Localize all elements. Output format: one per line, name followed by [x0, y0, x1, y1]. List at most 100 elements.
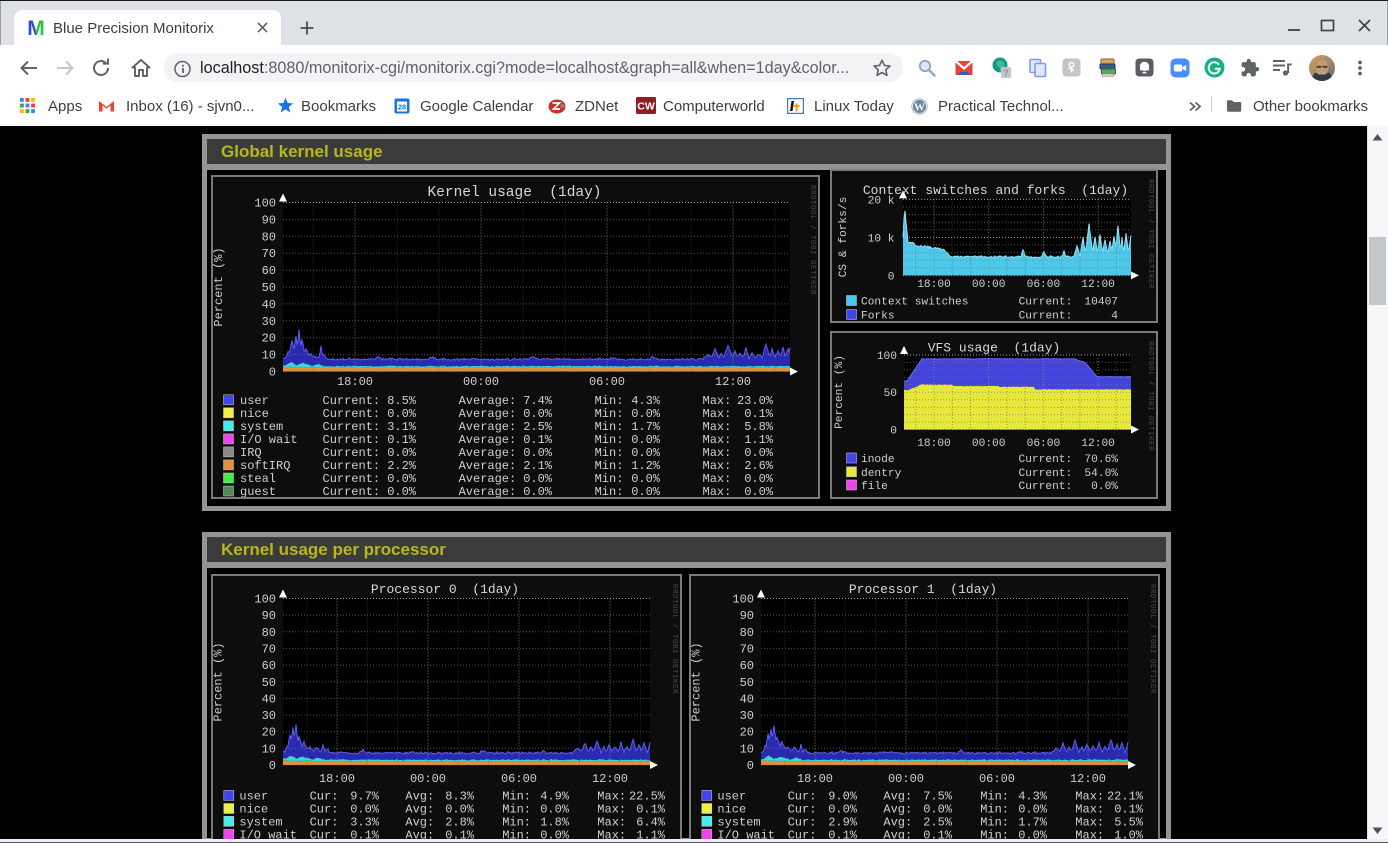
svg-text:2.1%: 2.1%	[523, 459, 553, 473]
svg-text:18:00: 18:00	[917, 279, 951, 291]
svg-text:90: 90	[262, 213, 276, 227]
svg-text:00:00: 00:00	[888, 772, 924, 786]
svg-text:1.2%: 1.2%	[631, 459, 661, 473]
svg-text:Current:: Current:	[323, 459, 381, 473]
svg-text:Min:: Min:	[595, 420, 624, 434]
svg-text:18:00: 18:00	[797, 772, 833, 786]
svg-text:0: 0	[890, 426, 897, 438]
svg-text:I/O wait: I/O wait	[239, 828, 297, 839]
svg-text:0.0%: 0.0%	[631, 446, 661, 460]
svg-text:Current:: Current:	[1019, 454, 1073, 466]
svg-text:0.0%: 0.0%	[1091, 481, 1118, 493]
svg-text:Current:: Current:	[323, 433, 381, 447]
svg-text:06:00: 06:00	[1027, 438, 1061, 450]
svg-text:100: 100	[877, 351, 897, 363]
svg-text:2.8%: 2.8%	[445, 815, 475, 829]
svg-text:30: 30	[262, 709, 276, 723]
svg-text:12:00: 12:00	[1081, 438, 1115, 450]
svg-text:RRDTOOL / TOBI OETIKER: RRDTOOL / TOBI OETIKER	[808, 185, 816, 295]
svg-text:Average:: Average:	[459, 446, 517, 460]
svg-text:Max:: Max:	[703, 459, 732, 473]
svg-text:10: 10	[262, 349, 276, 363]
svg-text:Max:: Max:	[597, 789, 626, 803]
svg-text:8.3%: 8.3%	[445, 789, 475, 803]
svg-text:2.9%: 2.9%	[828, 815, 858, 829]
svg-text:Min:: Min:	[595, 446, 624, 460]
svg-text:Min:: Min:	[595, 459, 624, 473]
svg-text:50: 50	[740, 676, 754, 690]
svg-text:CS & forks/s: CS & forks/s	[838, 197, 850, 278]
svg-text:0.1%: 0.1%	[387, 433, 417, 447]
svg-text:Cur:: Cur:	[310, 828, 339, 839]
svg-text:user: user	[240, 394, 269, 408]
svg-text:20: 20	[262, 726, 276, 740]
svg-text:0: 0	[269, 366, 276, 380]
svg-text:user: user	[717, 789, 746, 803]
svg-text:60: 60	[740, 659, 754, 673]
svg-text:0.1%: 0.1%	[445, 828, 475, 839]
svg-text:Processor 0 (1day): Processor 0 (1day)	[371, 582, 519, 597]
svg-text:nice: nice	[240, 407, 269, 421]
svg-text:Min:: Min:	[980, 789, 1009, 803]
svg-text:Average:: Average:	[459, 394, 517, 408]
svg-text:100: 100	[732, 593, 754, 607]
svg-text:Percent (%): Percent (%)	[213, 642, 226, 721]
svg-text:Average:: Average:	[459, 485, 517, 499]
svg-text:Max:: Max:	[703, 394, 732, 408]
svg-text:softIRQ: softIRQ	[240, 459, 290, 473]
svg-text:IRQ: IRQ	[240, 446, 262, 460]
svg-text:50: 50	[262, 676, 276, 690]
svg-text:0.0%: 0.0%	[523, 485, 553, 499]
svg-text:22.5%: 22.5%	[629, 789, 666, 803]
svg-text:10407: 10407	[1084, 297, 1118, 309]
svg-text:RRDTOOL / TOBI OETIKER: RRDTOOL / TOBI OETIKER	[670, 584, 678, 694]
svg-text:0.0%: 0.0%	[523, 407, 553, 421]
svg-text:06:00: 06:00	[1027, 279, 1061, 291]
svg-text:22.1%: 22.1%	[1107, 789, 1144, 803]
svg-text:Current:: Current:	[323, 407, 381, 421]
svg-text:8.5%: 8.5%	[387, 394, 417, 408]
svg-text:0.0%: 0.0%	[540, 828, 570, 839]
svg-text:Current:: Current:	[1019, 311, 1073, 323]
svg-text:0.1%: 0.1%	[523, 433, 553, 447]
svg-text:0.0%: 0.0%	[523, 446, 553, 460]
svg-text:Min:: Min:	[980, 815, 1009, 829]
svg-text:Avg:: Avg:	[883, 789, 912, 803]
svg-text:20 k: 20 k	[868, 195, 895, 207]
svg-text:Max:: Max:	[597, 815, 626, 829]
svg-text:1.0%: 1.0%	[1114, 828, 1144, 839]
svg-text:Max:: Max:	[703, 472, 732, 486]
svg-text:0.0%: 0.0%	[744, 485, 774, 499]
svg-text:7.4%: 7.4%	[523, 394, 553, 408]
svg-text:Min:: Min:	[502, 828, 531, 839]
svg-text:1.1%: 1.1%	[744, 433, 774, 447]
svg-text:0.0%: 0.0%	[387, 472, 417, 486]
svg-text:Current:: Current:	[323, 472, 381, 486]
svg-text:0.1%: 0.1%	[744, 407, 774, 421]
svg-text:60: 60	[262, 659, 276, 673]
svg-text:Max:: Max:	[597, 828, 626, 839]
svg-text:100: 100	[254, 197, 276, 211]
svg-text:80: 80	[740, 626, 754, 640]
svg-text:guest: guest	[240, 485, 276, 499]
svg-text:Context switches: Context switches	[861, 297, 968, 309]
svg-text:0.0%: 0.0%	[631, 433, 661, 447]
svg-text:0.0%: 0.0%	[631, 485, 661, 499]
svg-text:Avg:: Avg:	[405, 789, 434, 803]
svg-text:00:00: 00:00	[972, 279, 1006, 291]
svg-text:28: 28	[398, 103, 406, 112]
svg-text:Max:: Max:	[703, 407, 732, 421]
svg-text:RRDTOOL / TOBI OETIKER: RRDTOOL / TOBI OETIKER	[1146, 179, 1154, 289]
svg-text:Current:: Current:	[323, 485, 381, 499]
svg-text:4.3%: 4.3%	[631, 394, 661, 408]
svg-text:2.5%: 2.5%	[923, 815, 953, 829]
svg-text:0.0%: 0.0%	[744, 472, 774, 486]
svg-text:12:00: 12:00	[1070, 772, 1106, 786]
svg-text:90: 90	[740, 609, 754, 623]
svg-text:70: 70	[262, 642, 276, 656]
svg-text:7.5%: 7.5%	[923, 789, 953, 803]
svg-text:Max:: Max:	[703, 485, 732, 499]
svg-text:06:00: 06:00	[589, 375, 625, 389]
svg-text:Cur:: Cur:	[788, 828, 817, 839]
svg-text:Context switches and forks (1: Context switches and forks (1day)	[863, 183, 1128, 198]
